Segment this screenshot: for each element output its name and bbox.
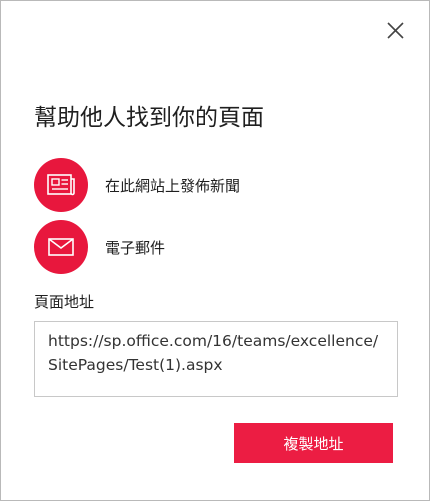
newspaper-icon	[47, 174, 75, 196]
share-news-label: 在此網站上發佈新聞	[105, 176, 241, 195]
share-email-option[interactable]: 電子郵件	[34, 220, 165, 274]
page-address-label: 頁面地址	[34, 293, 95, 311]
share-news-option[interactable]: 在此網站上發佈新聞	[34, 158, 240, 212]
news-icon-circle	[34, 158, 88, 212]
share-page-dialog: 幫助他人找到你的頁面 在此網站上發佈新聞 電子郵件 頁面地址 https://s…	[0, 0, 430, 501]
close-button[interactable]	[383, 18, 407, 42]
page-address-field[interactable]: https://sp.office.com/16/teams/excellenc…	[34, 321, 398, 397]
close-icon	[386, 21, 404, 39]
page-address-line-1: https://sp.office.com/16/teams/excellenc…	[48, 332, 379, 350]
copy-address-button[interactable]: 複製地址	[234, 423, 393, 463]
share-email-label: 電子郵件	[105, 238, 166, 257]
envelope-icon	[48, 238, 74, 256]
email-icon-circle	[34, 220, 88, 274]
dialog-title: 幫助他人找到你的頁面	[34, 105, 264, 131]
page-address-line-2: SitePages/Test(1).aspx	[48, 356, 223, 374]
